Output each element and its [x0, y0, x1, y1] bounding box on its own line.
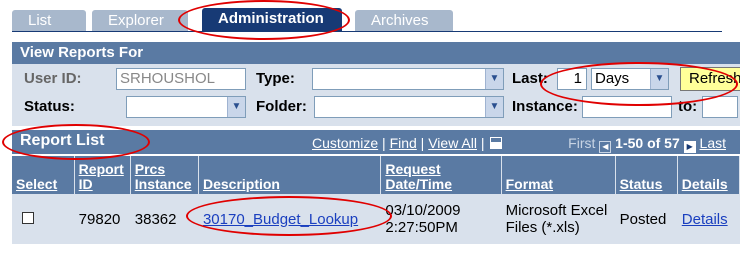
- prcs-instance-cell: 38362: [130, 194, 199, 244]
- first-link[interactable]: First: [568, 135, 595, 151]
- column-header-description[interactable]: Description: [198, 156, 382, 194]
- column-header-request-date[interactable]: Request Date/Time: [380, 156, 502, 194]
- tab-bar: List Explorer Administration Archives: [12, 2, 732, 32]
- column-header-status[interactable]: Status: [615, 156, 678, 194]
- user-id-field[interactable]: SRHOUSHOL: [116, 68, 246, 90]
- last-link[interactable]: Last: [700, 135, 726, 151]
- find-link[interactable]: Find: [390, 135, 417, 151]
- table-row: 79820 38362 30170_Budget_Lookup 03/10/20…: [12, 194, 740, 244]
- details-link[interactable]: Details: [682, 211, 728, 228]
- status-label: Status:: [24, 98, 75, 115]
- chevron-down-icon: ▼: [650, 69, 668, 89]
- report-id-cell: 79820: [74, 194, 131, 244]
- instance-to-field[interactable]: [702, 96, 738, 118]
- grid-toolbar: Customize | Find | View All |: [312, 135, 503, 151]
- report-description-link[interactable]: 30170_Budget_Lookup: [203, 211, 358, 228]
- chevron-down-icon: ▼: [485, 97, 503, 117]
- column-header-report-id[interactable]: Report ID: [74, 156, 131, 194]
- column-header-details[interactable]: Details: [677, 156, 740, 194]
- user-id-label: User ID:: [24, 70, 82, 87]
- table-header-row: Select Report ID Prcs Instance Descripti…: [12, 156, 740, 194]
- instance-label: Instance:: [512, 98, 578, 115]
- description-cell: 30170_Budget_Lookup: [198, 194, 382, 244]
- type-label: Type:: [256, 70, 295, 87]
- type-select[interactable]: ▼: [312, 68, 504, 90]
- tab-archives[interactable]: Archives: [355, 10, 453, 32]
- select-cell: [12, 194, 75, 244]
- report-list-title: Report List: [20, 132, 105, 149]
- status-cell: Posted: [615, 194, 678, 244]
- report-list-header: Report List Customize | Find | View All …: [12, 130, 740, 154]
- details-cell: Details: [677, 194, 740, 244]
- format-cell: Microsoft Excel Files (*.xls): [501, 194, 616, 244]
- instance-from-field[interactable]: [582, 96, 672, 118]
- pagination: First ◀ 1-50 of 57 ▶ Last: [568, 135, 726, 153]
- to-label: to:: [678, 98, 698, 115]
- next-page-icon[interactable]: ▶: [683, 141, 696, 153]
- last-label: Last:: [512, 70, 548, 87]
- tab-archives-label: Archives: [371, 12, 429, 29]
- request-datetime-cell: 03/10/2009 2:27:50PM: [380, 194, 502, 244]
- last-unit-select[interactable]: Days ▼: [591, 68, 669, 90]
- tab-explorer-label: Explorer: [108, 12, 164, 29]
- column-header-format[interactable]: Format: [501, 156, 616, 194]
- view-all-link[interactable]: View All: [428, 135, 477, 151]
- panel-title: View Reports For: [12, 42, 740, 64]
- customize-link[interactable]: Customize: [312, 135, 378, 151]
- tab-divider: [12, 31, 722, 32]
- request-time: 2:27:50PM: [385, 219, 458, 236]
- report-table: Select Report ID Prcs Instance Descripti…: [12, 156, 740, 244]
- download-grid-icon[interactable]: [490, 137, 503, 149]
- column-header-select[interactable]: Select: [12, 156, 75, 194]
- last-unit-value: Days: [595, 70, 630, 87]
- tab-list[interactable]: List: [12, 10, 86, 32]
- folder-label: Folder:: [256, 98, 307, 115]
- chevron-down-icon: ▼: [227, 97, 245, 117]
- previous-page-icon[interactable]: ◀: [599, 141, 612, 153]
- row-select-checkbox[interactable]: [22, 211, 34, 224]
- column-header-prcs-instance[interactable]: Prcs Instance: [130, 156, 199, 194]
- page-range: 1-50 of 57: [615, 135, 680, 151]
- view-reports-panel: View Reports For User ID: SRHOUSHOL Type…: [12, 42, 740, 126]
- chevron-down-icon: ▼: [485, 69, 503, 89]
- refresh-button[interactable]: Refresh: [680, 67, 740, 91]
- tab-administration-label: Administration: [218, 10, 324, 27]
- folder-select[interactable]: ▼: [314, 96, 504, 118]
- status-select[interactable]: ▼: [126, 96, 246, 118]
- last-value-field[interactable]: 1: [557, 68, 587, 90]
- tab-list-label: List: [28, 12, 52, 29]
- tab-explorer[interactable]: Explorer: [92, 10, 188, 32]
- tab-administration[interactable]: Administration: [202, 8, 342, 32]
- request-date: 03/10/2009: [385, 202, 461, 219]
